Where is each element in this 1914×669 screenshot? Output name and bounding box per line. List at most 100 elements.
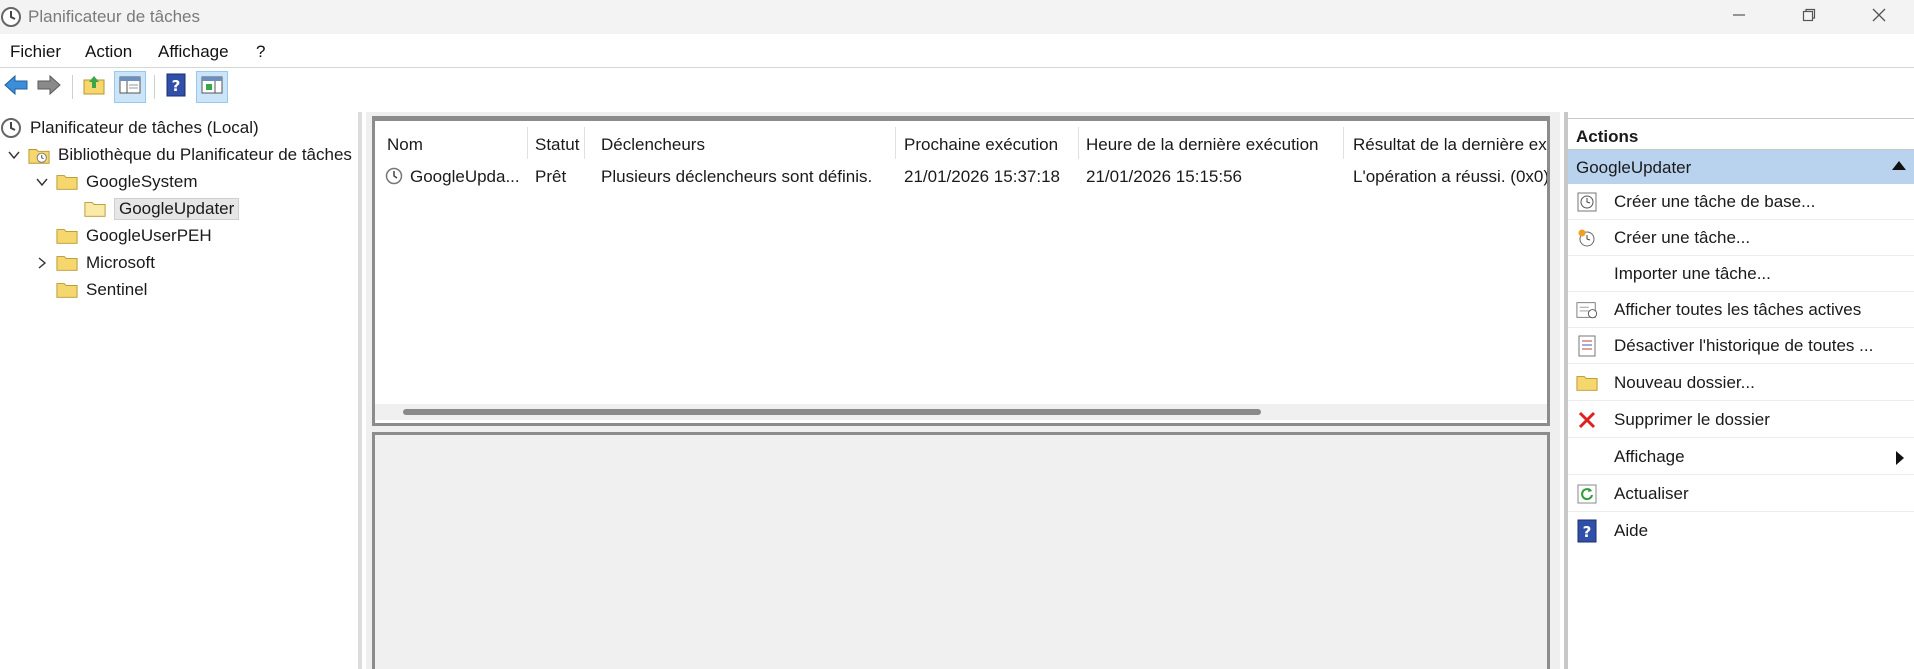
action-create-task[interactable]: Créer une tâche...	[1568, 220, 1914, 256]
cell-triggers: Plusieurs déclencheurs sont définis.	[601, 167, 873, 186]
horizontal-scrollbar[interactable]	[375, 404, 1547, 420]
column-header-name[interactable]: Nom	[387, 135, 423, 155]
action-disable-history[interactable]: Désactiver l'historique de toutes ...	[1568, 328, 1914, 364]
delete-x-icon	[1576, 409, 1598, 431]
column-divider[interactable]	[1078, 127, 1079, 159]
menu-fichier[interactable]: Fichier	[10, 42, 61, 62]
svg-text:?: ?	[1583, 523, 1592, 541]
svg-text:?: ?	[172, 77, 181, 95]
up-folder-button[interactable]	[78, 71, 110, 103]
tree-item-googlesystem[interactable]: GoogleSystem	[34, 169, 198, 195]
back-button[interactable]	[0, 71, 32, 103]
cell-last-run: 21/01/2026 15:15:56	[1086, 167, 1242, 186]
back-arrow-icon	[3, 74, 29, 101]
cell-name: GoogleUpda...	[410, 167, 520, 186]
action-new-folder[interactable]: Nouveau dossier...	[1568, 365, 1914, 401]
clock-icon	[0, 118, 22, 138]
window-title: Planificateur de tâches	[28, 7, 200, 26]
column-divider[interactable]	[584, 127, 585, 159]
column-header-last-result[interactable]: Résultat de la dernière exécution	[1353, 135, 1547, 155]
actions-group-header[interactable]: GoogleUpdater	[1568, 150, 1914, 184]
forward-button[interactable]	[33, 71, 65, 103]
action-label: Actualiser	[1614, 483, 1689, 503]
column-divider[interactable]	[1343, 127, 1344, 159]
action-label: Créer une tâche...	[1614, 227, 1751, 247]
tree-item-label: GoogleUserPEH	[86, 226, 212, 245]
column-header-triggers[interactable]: Déclencheurs	[601, 135, 705, 155]
up-folder-icon	[82, 74, 106, 101]
folder-icon	[56, 280, 78, 300]
show-tree-button[interactable]	[114, 71, 146, 103]
folder-icon	[56, 172, 78, 192]
actions-header: Actions	[1568, 118, 1914, 150]
chevron-right-icon[interactable]	[34, 255, 50, 271]
refresh-icon	[1576, 483, 1598, 505]
tree-library-label: Bibliothèque du Planificateur de tâches	[58, 145, 352, 164]
action-help[interactable]: ? Aide	[1568, 513, 1914, 549]
action-import-task[interactable]: Importer une tâche...	[1568, 256, 1914, 292]
menu-bar: Fichier Action Affichage ?	[0, 34, 1914, 68]
actions-group-label: GoogleUpdater	[1576, 158, 1692, 177]
folder-icon	[84, 199, 106, 219]
navigation-tree: Planificateur de tâches (Local) Biblioth…	[0, 112, 362, 669]
collapse-caret-icon[interactable]	[1892, 161, 1906, 170]
history-icon	[1576, 335, 1598, 357]
chevron-down-icon[interactable]	[6, 147, 22, 163]
cell-next-run: 21/01/2026 15:37:18	[904, 167, 1060, 186]
minimize-button[interactable]	[1704, 0, 1774, 34]
show-actions-button[interactable]	[196, 71, 228, 103]
tree-library[interactable]: Bibliothèque du Planificateur de tâches	[6, 142, 352, 168]
menu-action[interactable]: Action	[85, 42, 132, 62]
column-header-next-run[interactable]: Prochaine exécution	[904, 135, 1058, 155]
title-bar: Planificateur de tâches	[0, 0, 1914, 34]
tree-item-label: Microsoft	[86, 253, 155, 272]
actions-pane: Actions GoogleUpdater Créer une tâche de…	[1564, 112, 1914, 669]
close-button[interactable]	[1844, 0, 1914, 34]
task-scheduler-clock-icon	[0, 6, 22, 28]
folder-icon	[56, 253, 78, 273]
action-show-running-tasks[interactable]: Afficher toutes les tâches actives	[1568, 292, 1914, 328]
action-refresh[interactable]: Actualiser	[1568, 476, 1914, 512]
restore-icon	[1802, 7, 1816, 27]
task-detail-pane	[372, 432, 1550, 669]
show-tree-icon	[118, 74, 142, 101]
create-basic-task-icon	[1576, 191, 1598, 213]
action-label: Créer une tâche de base...	[1614, 191, 1816, 211]
column-divider[interactable]	[527, 127, 528, 159]
column-divider[interactable]	[895, 127, 896, 159]
chevron-down-icon[interactable]	[34, 174, 50, 190]
restore-button[interactable]	[1774, 0, 1844, 34]
help-icon: ?	[165, 73, 187, 102]
column-header-status[interactable]: Statut	[535, 135, 579, 155]
create-task-icon	[1576, 227, 1598, 249]
tree-root[interactable]: Planificateur de tâches (Local)	[0, 115, 259, 141]
action-label: Importer une tâche...	[1614, 263, 1771, 283]
tree-root-label: Planificateur de tâches (Local)	[30, 118, 259, 137]
new-folder-icon	[1576, 372, 1598, 394]
action-label: Afficher toutes les tâches actives	[1614, 299, 1862, 319]
menu-affichage[interactable]: Affichage	[158, 42, 229, 62]
tree-item-sentinel[interactable]: Sentinel	[56, 277, 147, 303]
tree-item-googleuserpeh[interactable]: GoogleUserPEH	[56, 223, 212, 249]
menu-help[interactable]: ?	[256, 42, 265, 62]
toolbar-separator	[154, 75, 155, 99]
action-label: Désactiver l'historique de toutes ...	[1614, 335, 1874, 355]
action-view-submenu[interactable]: Affichage	[1568, 439, 1914, 475]
scrollbar-thumb[interactable]	[403, 409, 1261, 415]
cell-status: Prêt	[535, 167, 567, 186]
minimize-icon	[1732, 7, 1746, 27]
help-icon: ?	[1576, 519, 1598, 543]
task-clock-icon	[385, 167, 403, 190]
column-header-last-run[interactable]: Heure de la dernière exécution	[1086, 135, 1318, 155]
cell-last-result: L'opération a réussi. (0x0)	[1353, 167, 1547, 186]
folder-icon	[56, 226, 78, 246]
tree-item-microsoft[interactable]: Microsoft	[34, 250, 155, 276]
forward-arrow-icon	[36, 74, 62, 101]
library-folder-icon	[28, 145, 50, 165]
help-button[interactable]: ?	[160, 71, 192, 103]
action-create-basic-task[interactable]: Créer une tâche de base...	[1568, 184, 1914, 220]
running-tasks-icon	[1576, 299, 1598, 321]
tree-item-googleupdater[interactable]: GoogleUpdater	[84, 196, 240, 222]
show-actions-icon	[200, 74, 224, 101]
action-delete-folder[interactable]: Supprimer le dossier	[1568, 402, 1914, 438]
